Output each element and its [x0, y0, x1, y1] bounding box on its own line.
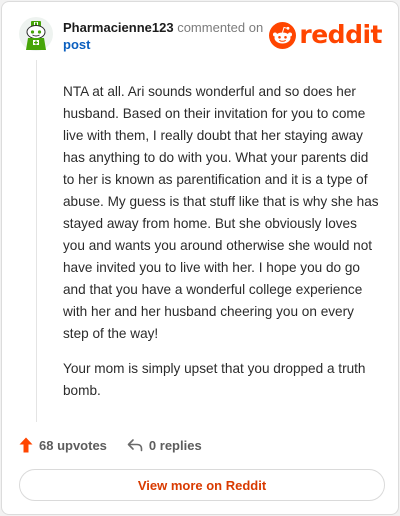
reddit-wordmark: reddit [299, 20, 382, 49]
snoo-logo-icon [269, 21, 297, 49]
view-more-button[interactable]: View more on Reddit [19, 469, 385, 501]
snoo-avatar-icon [19, 17, 53, 51]
avatar[interactable] [19, 17, 53, 51]
thread-line [36, 60, 37, 422]
comment-paragraph: Your mom is simply upset that you droppe… [63, 361, 366, 398]
comment-header: Pharmacienne123 commented on post [63, 19, 273, 53]
post-link[interactable]: post [63, 36, 273, 53]
comment-actions: 68 upvotes 0 replies [19, 434, 202, 456]
upvote-count: 68 upvotes [39, 437, 107, 453]
reddit-logo[interactable]: reddit [269, 20, 382, 50]
comment-embed-card: Pharmacienne123 commented on post reddit… [1, 1, 399, 515]
reply-icon [127, 439, 143, 452]
reply-button[interactable]: 0 replies [127, 438, 202, 453]
upvote-arrow-icon [19, 437, 33, 453]
commented-label: commented on [177, 20, 264, 35]
upvote-button[interactable]: 68 upvotes [19, 437, 107, 453]
comment-paragraph: NTA at all. Ari sounds wonderful and so … [63, 84, 379, 341]
comment-body: NTA at all. Ari sounds wonderful and so … [63, 81, 379, 415]
reply-count: 0 replies [148, 437, 202, 453]
username[interactable]: Pharmacienne123 [63, 20, 174, 35]
view-more-label: View more on Reddit [137, 477, 267, 493]
